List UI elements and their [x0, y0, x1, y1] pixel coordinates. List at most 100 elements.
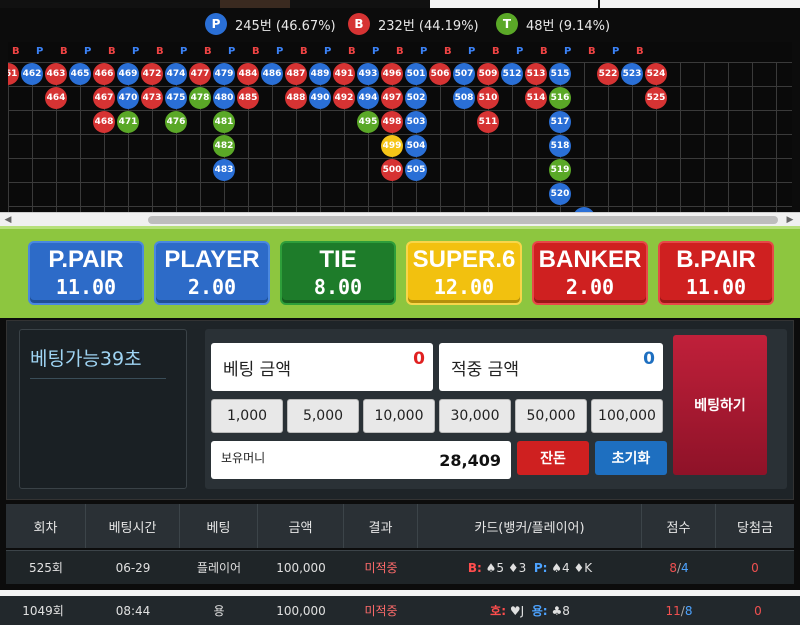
bet-panel: 베팅가능39초 베팅 금액 0 적중 금액 0 1,000 5,000 10,000… — [6, 320, 794, 500]
bet-option-b-pair[interactable]: B.PAIR 11.00 — [658, 241, 774, 305]
bet-option-odds: 8.00 — [313, 275, 363, 299]
bet-amount-field: 베팅 금액 0 — [211, 343, 433, 391]
row-cards: 호: ♥J 용: ♣8 — [418, 596, 642, 625]
chip-button[interactable]: 30,000 — [439, 399, 511, 433]
bet-option-super-6[interactable]: SUPER.6 12.00 — [406, 241, 522, 305]
road-result-ball: 490 — [309, 87, 331, 109]
win-amount-value: 0 — [643, 349, 655, 369]
score-b: 4 — [681, 560, 689, 575]
bet-option-tie[interactable]: TIE 8.00 — [280, 241, 396, 305]
road-result-ball: 498 — [381, 111, 403, 133]
card-player-label: 용: — [531, 604, 548, 618]
road-header-letter: B — [348, 46, 356, 57]
scroll-left-icon[interactable]: ◀ — [2, 214, 14, 226]
bet-option-name: SUPER.6 — [412, 246, 516, 273]
road-result-ball: 481 — [213, 111, 235, 133]
row-round: 525회 — [29, 561, 63, 575]
timer-text: 베팅가능39초 — [30, 348, 142, 370]
table-row: 525회 06-29 플레이어 100,000 미적중 B: ♠5 ♦3 P: … — [6, 550, 794, 584]
header-time: 베팅시간 — [86, 504, 180, 548]
road-header-letter: P — [36, 46, 44, 57]
road-result-ball: 515 — [549, 63, 571, 85]
change-button[interactable]: 잔돈 — [517, 441, 589, 475]
card-player: ♠4 ♦K — [551, 560, 593, 575]
player-card-panel — [430, 0, 598, 8]
road-header-letter: P — [180, 46, 188, 57]
road-result-ball: 516 — [549, 87, 571, 109]
road-result-ball: 473 — [141, 87, 163, 109]
card-banker-label: 호: — [490, 604, 506, 618]
road-header-letter: B — [636, 46, 644, 57]
card-banker-label: B: — [467, 560, 482, 575]
road-result-ball: 475 — [165, 87, 187, 109]
score-a: 11 — [665, 603, 681, 618]
bet-option-p-pair[interactable]: P.PAIR 11.00 — [28, 241, 144, 305]
bet-option-odds: 11.00 — [685, 275, 747, 299]
scroll-right-icon[interactable]: ▶ — [784, 214, 796, 226]
place-bet-button[interactable]: 베팅하기 — [673, 335, 767, 475]
reset-button[interactable]: 초기화 — [595, 441, 667, 475]
road-result-ball: 478 — [189, 87, 211, 109]
tie-stat: T 48번 (9.14%) — [496, 12, 610, 36]
road-result-ball: 468 — [93, 111, 115, 133]
road-result-ball: 484 — [237, 63, 259, 85]
row-payout: 0 — [754, 603, 762, 618]
road-result-ball: 463 — [45, 63, 67, 85]
road-result-ball: 487 — [285, 63, 307, 85]
row-result: 미적중 — [364, 604, 398, 618]
horizontal-scrollbar[interactable]: ◀ ▶ — [0, 212, 800, 226]
bet-timer: 베팅가능39초 — [19, 329, 187, 489]
road-header-letter: B — [156, 46, 164, 57]
bet-option-banker[interactable]: BANKER 2.00 — [532, 241, 648, 305]
row-bet: 용 — [213, 604, 225, 618]
bet-option-odds: 12.00 — [433, 275, 495, 299]
road-result-ball: 499 — [381, 135, 403, 157]
bet-option-name: B.PAIR — [676, 246, 756, 273]
road-result-ball: 493 — [357, 63, 379, 85]
road-result-ball: 523 — [621, 63, 643, 85]
scroll-thumb[interactable] — [148, 216, 778, 224]
road-result-ball: 511 — [477, 111, 499, 133]
road-result-ball: 470 — [117, 87, 139, 109]
road-result-ball: 476 — [165, 111, 187, 133]
bet-option-player[interactable]: PLAYER 2.00 — [154, 241, 270, 305]
road-result-ball: 517 — [549, 111, 571, 133]
road-header-letter: B — [444, 46, 452, 57]
road-result-ball: 509 — [477, 63, 499, 85]
top-strip — [0, 0, 800, 8]
chip-button[interactable]: 50,000 — [515, 399, 587, 433]
bet-option-name: P.PAIR — [48, 246, 124, 273]
header-score: 점수 — [642, 504, 716, 548]
road-result-ball: 524 — [645, 63, 667, 85]
road-result-ball: 462 — [21, 63, 43, 85]
road-result-ball: 480 — [213, 87, 235, 109]
banker-stat-text: 232번 (44.19%) — [378, 18, 479, 34]
road-header-letter: B — [12, 46, 20, 57]
road-header-letter: P — [132, 46, 140, 57]
row-time: 08:44 — [115, 603, 151, 618]
road-result-ball: 502 — [405, 87, 427, 109]
road-result-ball: 482 — [213, 135, 235, 157]
road-result-ball: 486 — [261, 63, 283, 85]
chip-button[interactable]: 10,000 — [363, 399, 435, 433]
road-result-ball: 514 — [525, 87, 547, 109]
chip-button[interactable]: 1,000 — [211, 399, 283, 433]
road-header-letter: B — [492, 46, 500, 57]
chip-button[interactable]: 100,000 — [591, 399, 663, 433]
timer-divider — [30, 378, 166, 379]
tie-dot-icon: T — [496, 13, 518, 35]
road-result-ball: 471 — [117, 111, 139, 133]
road-result-ball: 483 — [213, 159, 235, 181]
banker-card-panel — [600, 0, 800, 8]
row-score: 8/4 — [669, 560, 689, 575]
chip-button[interactable]: 5,000 — [287, 399, 359, 433]
bet-controls: 베팅 금액 0 적중 금액 0 1,000 5,000 10,000 30,000 50… — [205, 329, 787, 489]
road-result-ball: 504 — [405, 135, 427, 157]
road-result-ball: 477 — [189, 63, 211, 85]
road-result-ball: 500 — [381, 159, 403, 181]
road-header-letter: P — [612, 46, 620, 57]
road-result-ball: 522 — [597, 63, 619, 85]
bead-road: BPBPBPBPBPBPBPBPBPBPBPBPBPB 461462463464… — [8, 42, 792, 212]
header-cards: 카드(뱅커/플레이어) — [418, 504, 642, 548]
road-result-ball: 525 — [645, 87, 667, 109]
